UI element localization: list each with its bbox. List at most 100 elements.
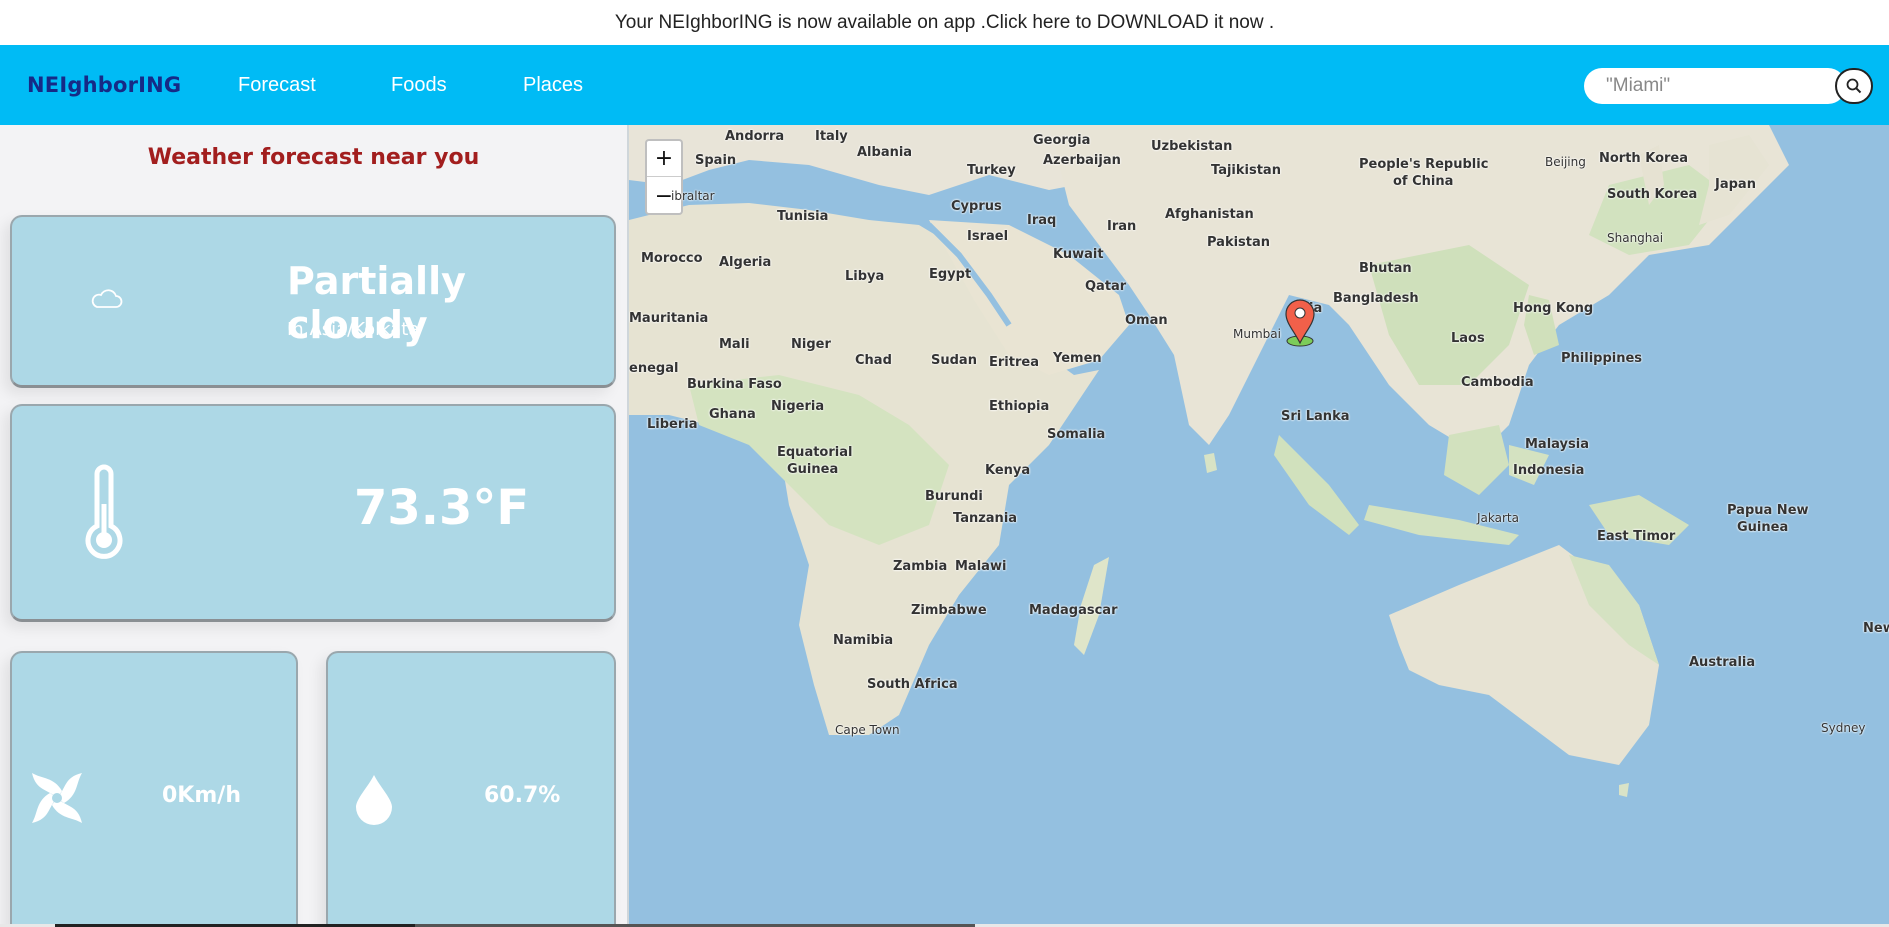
map-label-mali: Mali: [719, 337, 750, 352]
map-label-kuwait: Kuwait: [1053, 247, 1104, 262]
map-label-jakarta: Jakarta: [1477, 511, 1519, 525]
map-label-sri-lanka: Sri Lanka: [1281, 409, 1350, 424]
humidity-value: 60.7%: [484, 783, 561, 808]
map-label-uzbekistan: Uzbekistan: [1151, 139, 1233, 154]
map-label-israel: Israel: [967, 229, 1009, 244]
map-label-guinea: Guinea: [787, 462, 839, 477]
search-bar: [1584, 68, 1873, 104]
zoom-control: + −: [645, 139, 683, 215]
map-label-azerbaijan: Azerbaijan: [1043, 153, 1121, 168]
map-label-ethiopia: Ethiopia: [989, 399, 1050, 414]
search-button[interactable]: [1835, 68, 1873, 104]
map-label-new-zealand: New: [1863, 621, 1889, 636]
map-label-gibraltar: ibraltar: [671, 189, 715, 203]
humidity-card: 60.7%: [326, 651, 616, 927]
wind-icon: [32, 773, 82, 823]
temperature-card: 73.3°F: [10, 404, 616, 622]
nav-foods[interactable]: Foods: [391, 74, 447, 97]
weather-panel: Weather forecast near you Partially clou…: [0, 125, 627, 927]
nav-forecast[interactable]: Forecast: [238, 74, 316, 97]
world-map[interactable]: + − Andorra Italy Spain Albania ibraltar…: [627, 125, 1889, 927]
map-label-algeria: Algeria: [719, 255, 772, 270]
map-label-tanzania: Tanzania: [953, 511, 1018, 526]
map-label-spain: Spain: [695, 153, 737, 168]
search-icon: [1846, 78, 1862, 94]
map-label-malaysia: Malaysia: [1525, 437, 1589, 452]
map-label-shanghai: Shanghai: [1607, 231, 1664, 245]
map-label-liberia: Liberia: [647, 417, 698, 432]
map-label-egypt: Egypt: [929, 267, 972, 282]
map-label-malawi: Malawi: [955, 559, 1007, 574]
map-label-papua-new: Papua New: [1727, 503, 1809, 518]
map-label-ghana: Ghana: [709, 407, 756, 422]
map-label-afghanistan: Afghanistan: [1165, 207, 1254, 222]
temperature-value: 73.3°F: [354, 480, 530, 536]
map-label-burundi: Burundi: [925, 489, 983, 504]
map-label-senegal: enegal: [629, 361, 679, 376]
map-label-georgia: Georgia: [1033, 133, 1091, 148]
map-label-qatar: Qatar: [1085, 279, 1127, 294]
map-label-somalia: Somalia: [1047, 427, 1106, 442]
map-label-sydney: Sydney: [1821, 721, 1866, 735]
map-label-madagascar: Madagascar: [1029, 603, 1118, 618]
map-label-iran: Iran: [1107, 219, 1137, 234]
timezone-text: In Asia/Kolkata: [287, 319, 420, 340]
map-label-bhutan: Bhutan: [1359, 261, 1412, 276]
brand-logo[interactable]: NEIghborING: [27, 73, 181, 97]
cloud-icon: [91, 289, 123, 308]
map-label-sudan: Sudan: [931, 353, 977, 368]
map-label-south-korea: South Korea: [1607, 187, 1698, 202]
map-label-yemen: Yemen: [1053, 351, 1102, 366]
map-label-zambia: Zambia: [893, 559, 948, 574]
map-label-hong-kong: Hong Kong: [1513, 301, 1594, 316]
map-label-mumbai: Mumbai: [1233, 327, 1281, 341]
nav-places[interactable]: Places: [523, 74, 583, 97]
map-label-japan: Japan: [1715, 177, 1756, 192]
map-label-morocco: Morocco: [641, 251, 703, 266]
map-label-niger: Niger: [791, 337, 831, 352]
map-label-oman: Oman: [1125, 313, 1168, 328]
map-label-tunisia: Tunisia: [777, 209, 829, 224]
map-label-turkey: Turkey: [967, 163, 1016, 178]
map-label-cambodia: Cambodia: [1461, 375, 1534, 390]
map-label-png-guinea: Guinea: [1737, 520, 1789, 535]
map-label-bangladesh: Bangladesh: [1333, 291, 1419, 306]
map-label-andorra: Andorra: [725, 129, 785, 144]
map-label-australia: Australia: [1689, 655, 1756, 670]
zoom-in-button[interactable]: +: [647, 141, 681, 177]
wind-card: 0Km/h: [10, 651, 298, 927]
map-label-chad: Chad: [855, 353, 892, 368]
map-label-north-korea: North Korea: [1599, 151, 1688, 166]
banner-text[interactable]: Your NEIghborING is now available on app…: [615, 12, 1274, 34]
map-label-prc: People's Republic: [1359, 157, 1489, 172]
map-label-east-timor: East Timor: [1597, 529, 1676, 544]
map-label-prc-2: of China: [1393, 174, 1454, 189]
map-label-libya: Libya: [845, 269, 885, 284]
map-label-zimbabwe: Zimbabwe: [911, 603, 987, 618]
map-label-tajikistan: Tajikistan: [1211, 163, 1281, 178]
map-label-cyprus: Cyprus: [951, 199, 1002, 214]
map-label-south-africa: South Africa: [867, 677, 958, 692]
weather-title: Weather forecast near you: [147, 145, 480, 170]
map-label-burkina-faso: Burkina Faso: [687, 377, 782, 392]
map-label-namibia: Namibia: [833, 633, 894, 648]
navbar: NEIghborING Forecast Foods Places: [0, 45, 1889, 125]
wind-value: 0Km/h: [162, 783, 241, 808]
map-label-beijing: Beijing: [1545, 155, 1586, 169]
download-app-banner[interactable]: Your NEIghborING is now available on app…: [0, 0, 1889, 45]
map-label-iraq: Iraq: [1027, 213, 1057, 228]
map-label-indonesia: Indonesia: [1513, 463, 1585, 478]
condition-card: Partially cloudy In Asia/Kolkata: [10, 215, 616, 388]
map-label-italy: Italy: [815, 129, 848, 144]
map-label-cape-town: Cape Town: [835, 723, 900, 737]
search-input[interactable]: [1584, 68, 1846, 104]
map-label-philippines: Philippines: [1561, 351, 1643, 366]
map-label-nigeria: Nigeria: [771, 399, 825, 414]
map-label-mauritania: Mauritania: [629, 311, 709, 326]
map-label-albania: Albania: [857, 145, 913, 160]
water-drop-icon: [356, 775, 392, 825]
map-pin-icon[interactable]: [1284, 299, 1316, 347]
map-label-laos: Laos: [1451, 331, 1485, 346]
map-label-kenya: Kenya: [985, 463, 1031, 478]
map-label-equatorial: Equatorial: [777, 445, 853, 460]
